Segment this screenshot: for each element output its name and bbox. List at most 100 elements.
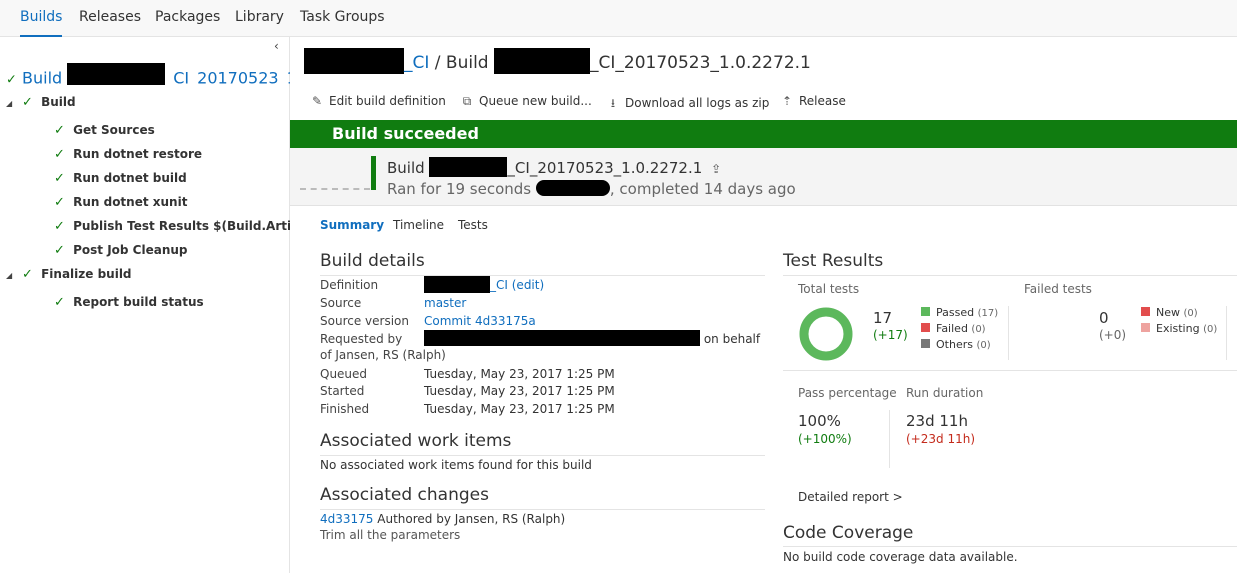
- started-value: Tuesday, May 23, 2017 1:25 PM: [424, 384, 615, 398]
- redacted-block: [67, 63, 166, 85]
- redacted-block: [424, 276, 490, 293]
- divider: [1226, 306, 1227, 360]
- definition-label: Definition: [320, 278, 379, 292]
- page-title: _CI / Build _CI_20170523_1.0.2272.1: [304, 48, 811, 76]
- tab-releases[interactable]: Releases: [79, 0, 141, 37]
- requested-by-value: on behalf: [424, 330, 760, 346]
- tab-packages[interactable]: Packages: [155, 0, 220, 37]
- total-tests-value: 17: [873, 309, 893, 327]
- success-check-icon: ✓: [54, 123, 65, 138]
- pass-percentage-label: Pass percentage: [798, 386, 897, 400]
- queue-icon: ⧉: [462, 94, 472, 108]
- divider: [783, 275, 1237, 276]
- legend-swatch: [1141, 307, 1150, 316]
- redacted-block: [535, 180, 610, 196]
- toolbar: ✎ Edit build definition ⧉ Queue new build.…: [290, 88, 1237, 116]
- tab-tests[interactable]: Tests: [458, 218, 488, 232]
- tab-summary[interactable]: Summary: [320, 218, 384, 232]
- timeline-dash: [300, 188, 370, 190]
- download-icon: ⭳: [610, 96, 616, 110]
- tree-node-build[interactable]: ✓ Build: [22, 95, 76, 113]
- total-tests-delta: (+17): [873, 328, 908, 342]
- legend-swatch: [1141, 323, 1150, 332]
- success-check-icon: ✓: [54, 147, 65, 162]
- tree-node-dotnet-xunit[interactable]: ✓ Run dotnet xunit: [54, 195, 187, 213]
- success-check-icon: ✓: [54, 295, 65, 310]
- tree-node-get-sources[interactable]: ✓ Get Sources: [54, 123, 155, 141]
- test-results-heading: Test Results: [783, 251, 884, 271]
- tab-library[interactable]: Library: [235, 0, 284, 37]
- release-icon: ⇡: [781, 94, 793, 108]
- divider: [1008, 306, 1009, 360]
- definition-link[interactable]: _CI: [490, 278, 508, 292]
- code-coverage-text: No build code coverage data available.: [783, 550, 1018, 564]
- started-label: Started: [320, 384, 365, 398]
- definition-link[interactable]: _CI: [404, 53, 429, 73]
- success-check-icon: ✓: [54, 219, 65, 234]
- redacted-block: [494, 48, 591, 74]
- donut-passed-arc: [799, 307, 853, 361]
- legend-passed: Passed (17): [921, 306, 998, 319]
- tree-node-finalize-build[interactable]: ✓ Finalize build: [22, 267, 132, 285]
- expand-triangle-icon[interactable]: ◢: [6, 99, 12, 108]
- pass-percentage-delta: (+100%): [798, 432, 852, 446]
- requested-by-label: Requested by: [320, 332, 403, 346]
- share-icon[interactable]: ⇪: [711, 162, 721, 176]
- edit-definition-link[interactable]: (edit): [512, 278, 544, 292]
- legend-new: New (0): [1141, 306, 1198, 319]
- commit-link[interactable]: 4d33175: [320, 512, 373, 526]
- commit-message: Trim all the parameters: [320, 528, 461, 542]
- divider: [889, 410, 890, 468]
- pencil-icon: ✎: [311, 94, 323, 108]
- source-branch-link[interactable]: master: [424, 296, 466, 310]
- tree-node-dotnet-build[interactable]: ✓ Run dotnet build: [54, 171, 187, 189]
- tree-node-dotnet-restore[interactable]: ✓ Run dotnet restore: [54, 147, 202, 165]
- run-duration-value: 23d 11h: [906, 412, 968, 430]
- legend-others: Others (0): [921, 338, 991, 351]
- total-tests-donut: [799, 307, 853, 361]
- tree-root-build[interactable]: ✓ Build _CI_20170523_1.0: [6, 63, 290, 85]
- tab-builds[interactable]: Builds: [20, 0, 63, 37]
- legend-existing: Existing (0): [1141, 322, 1217, 335]
- build-details-heading: Build details: [320, 251, 425, 271]
- change-item: 4d33175 Authored by Jansen, RS (Ralph): [320, 512, 566, 526]
- divider: [783, 546, 1237, 547]
- failed-tests-delta: (+0): [1099, 328, 1127, 342]
- build-status-banner: Build succeeded: [290, 120, 1237, 148]
- edit-build-definition-button[interactable]: ✎ Edit build definition: [310, 94, 446, 108]
- release-button[interactable]: ⇡ Release: [780, 94, 846, 108]
- code-coverage-heading: Code Coverage: [783, 523, 914, 543]
- divider: [320, 509, 765, 510]
- divider: [320, 455, 765, 456]
- tree-node-post-job-cleanup[interactable]: ✓ Post Job Cleanup: [54, 243, 188, 261]
- success-check-icon: ✓: [54, 243, 65, 258]
- queue-new-build-button[interactable]: ⧉ Queue new build...: [460, 94, 592, 109]
- tree-node-publish-test-results[interactable]: ✓ Publish Test Results $(Build.ArtifactS…: [54, 219, 290, 237]
- legend-failed: Failed (0): [921, 322, 986, 335]
- work-items-heading: Associated work items: [320, 431, 512, 451]
- redacted-block: [424, 330, 700, 346]
- source-version-link[interactable]: Commit 4d33175a: [424, 314, 536, 328]
- build-summary-strip: Build _CI_20170523_1.0.2272.1 ⇪ Ran for …: [290, 148, 1237, 206]
- finished-label: Finished: [320, 402, 370, 416]
- tab-timeline[interactable]: Timeline: [393, 218, 444, 232]
- collapse-panel-icon[interactable]: ‹: [274, 39, 279, 53]
- tab-task-groups[interactable]: Task Groups: [300, 0, 385, 37]
- build-duration-line: Ran for 19 seconds , completed 14 days a…: [387, 180, 796, 198]
- tree-node-report-build-status[interactable]: ✓ Report build status: [54, 295, 204, 313]
- success-check-icon: ✓: [22, 267, 33, 282]
- run-duration-label: Run duration: [906, 386, 984, 400]
- detailed-report-link[interactable]: Detailed report >: [798, 490, 903, 504]
- divider: [783, 370, 1237, 371]
- download-logs-button[interactable]: ⭳ Download all logs as zip: [606, 94, 769, 115]
- success-check-icon: ✓: [6, 72, 17, 86]
- legend-swatch: [921, 323, 930, 332]
- expand-triangle-icon[interactable]: ◢: [6, 271, 12, 280]
- legend-swatch: [921, 339, 930, 348]
- status-bar: [371, 156, 376, 190]
- source-label: Source: [320, 296, 362, 310]
- legend-swatch: [921, 307, 930, 316]
- definition-value: _CI (edit): [424, 276, 544, 293]
- pass-percentage-value: 100%: [798, 412, 841, 430]
- success-check-icon: ✓: [54, 195, 65, 210]
